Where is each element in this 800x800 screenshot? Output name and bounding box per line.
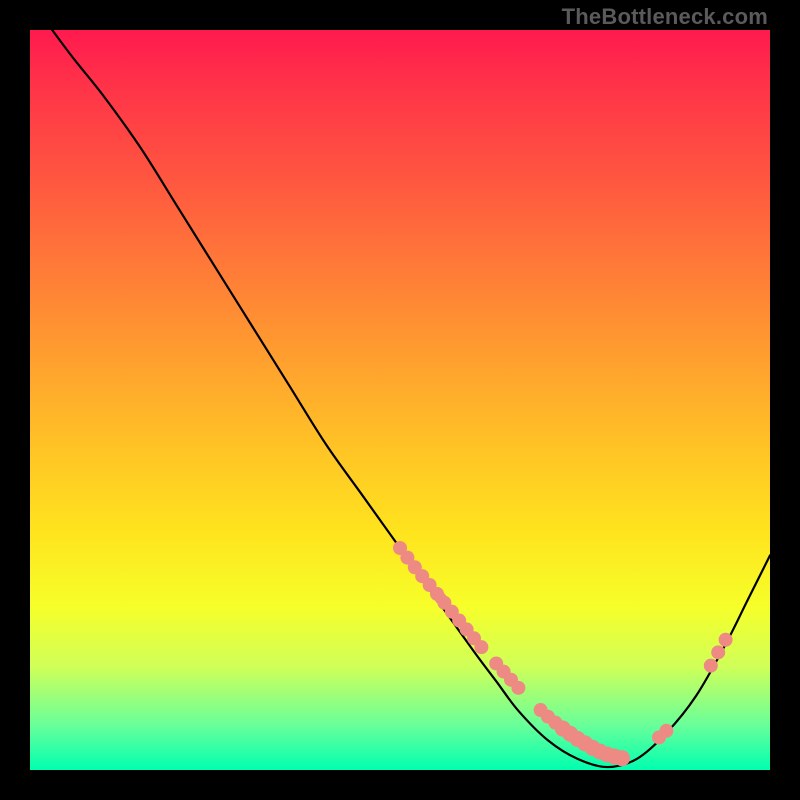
plot-frame [30,30,770,770]
data-points-group [393,541,733,766]
attribution-text: TheBottleneck.com [562,4,768,30]
plot-svg [30,30,770,770]
data-point [659,724,673,738]
data-point [719,633,733,647]
data-point [474,640,488,654]
data-point [511,681,525,695]
bottleneck-curve [52,30,770,767]
data-point [614,750,630,766]
data-point [711,645,725,659]
data-point [704,659,718,673]
